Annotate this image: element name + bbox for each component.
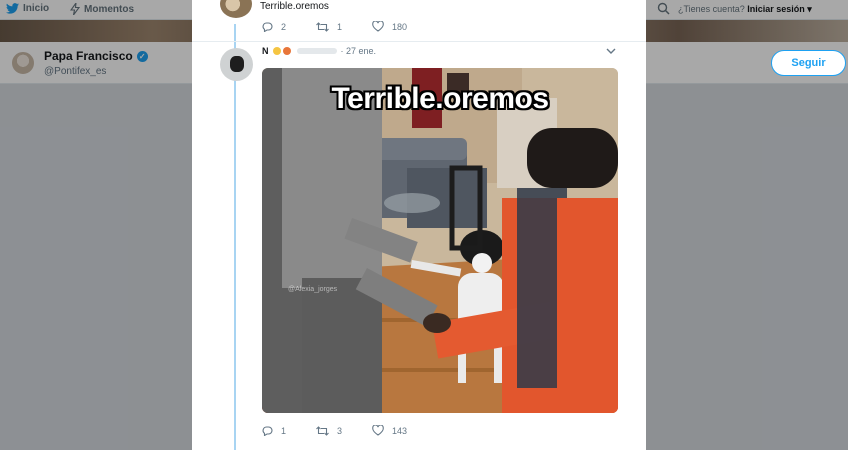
tweet-photo[interactable]: Terrible.oremos @Alexia_jorges [262,68,618,413]
blurred-handle [296,48,337,54]
tweet-modal: Terrible.oremos 2 1 180 N · 27 ene. Terr… [192,0,646,450]
like-action[interactable]: 180 [372,21,407,32]
tweet-avatar[interactable] [220,48,253,81]
reply-count: 2 [281,21,287,32]
retweet-action[interactable]: 3 [316,426,342,436]
tweet-divider [192,41,646,42]
photo-scene [262,68,618,413]
reply-action[interactable]: 2 [262,22,286,32]
face-emoji-icon [282,47,291,55]
photo-caption: Terrible.oremos [331,82,549,115]
retweet-count: 3 [337,425,343,436]
like-count: 143 [392,425,408,436]
like-count: 180 [392,21,408,32]
heart-icon [372,21,384,32]
retweet-icon [316,21,329,32]
tweet-date[interactable]: · 27 ene. [341,46,377,56]
reply-count: 1 [281,425,287,436]
reply-actions: 2 1 180 [262,21,437,32]
sparkle-emoji-icon [272,47,281,55]
like-action[interactable]: 143 [372,425,407,436]
follow-button[interactable]: Seguir [771,50,846,76]
heart-icon [372,425,384,436]
retweet-action[interactable]: 1 [316,22,342,32]
tweet-header: N · 27 ene. [262,46,376,56]
thread-line [234,24,236,450]
chevron-down-icon[interactable] [606,48,616,55]
reply-avatar[interactable] [220,0,252,18]
tweet-actions: 1 3 143 [262,425,437,436]
reply-text: Terrible.oremos [260,1,329,12]
reply-icon [262,21,273,32]
retweet-count: 1 [337,21,343,32]
photo-watermark: @Alexia_jorges [288,286,338,293]
retweet-icon [316,425,329,436]
reply-action[interactable]: 1 [262,426,286,436]
reply-icon [262,425,273,436]
tweet-author-name[interactable]: N [262,46,269,56]
